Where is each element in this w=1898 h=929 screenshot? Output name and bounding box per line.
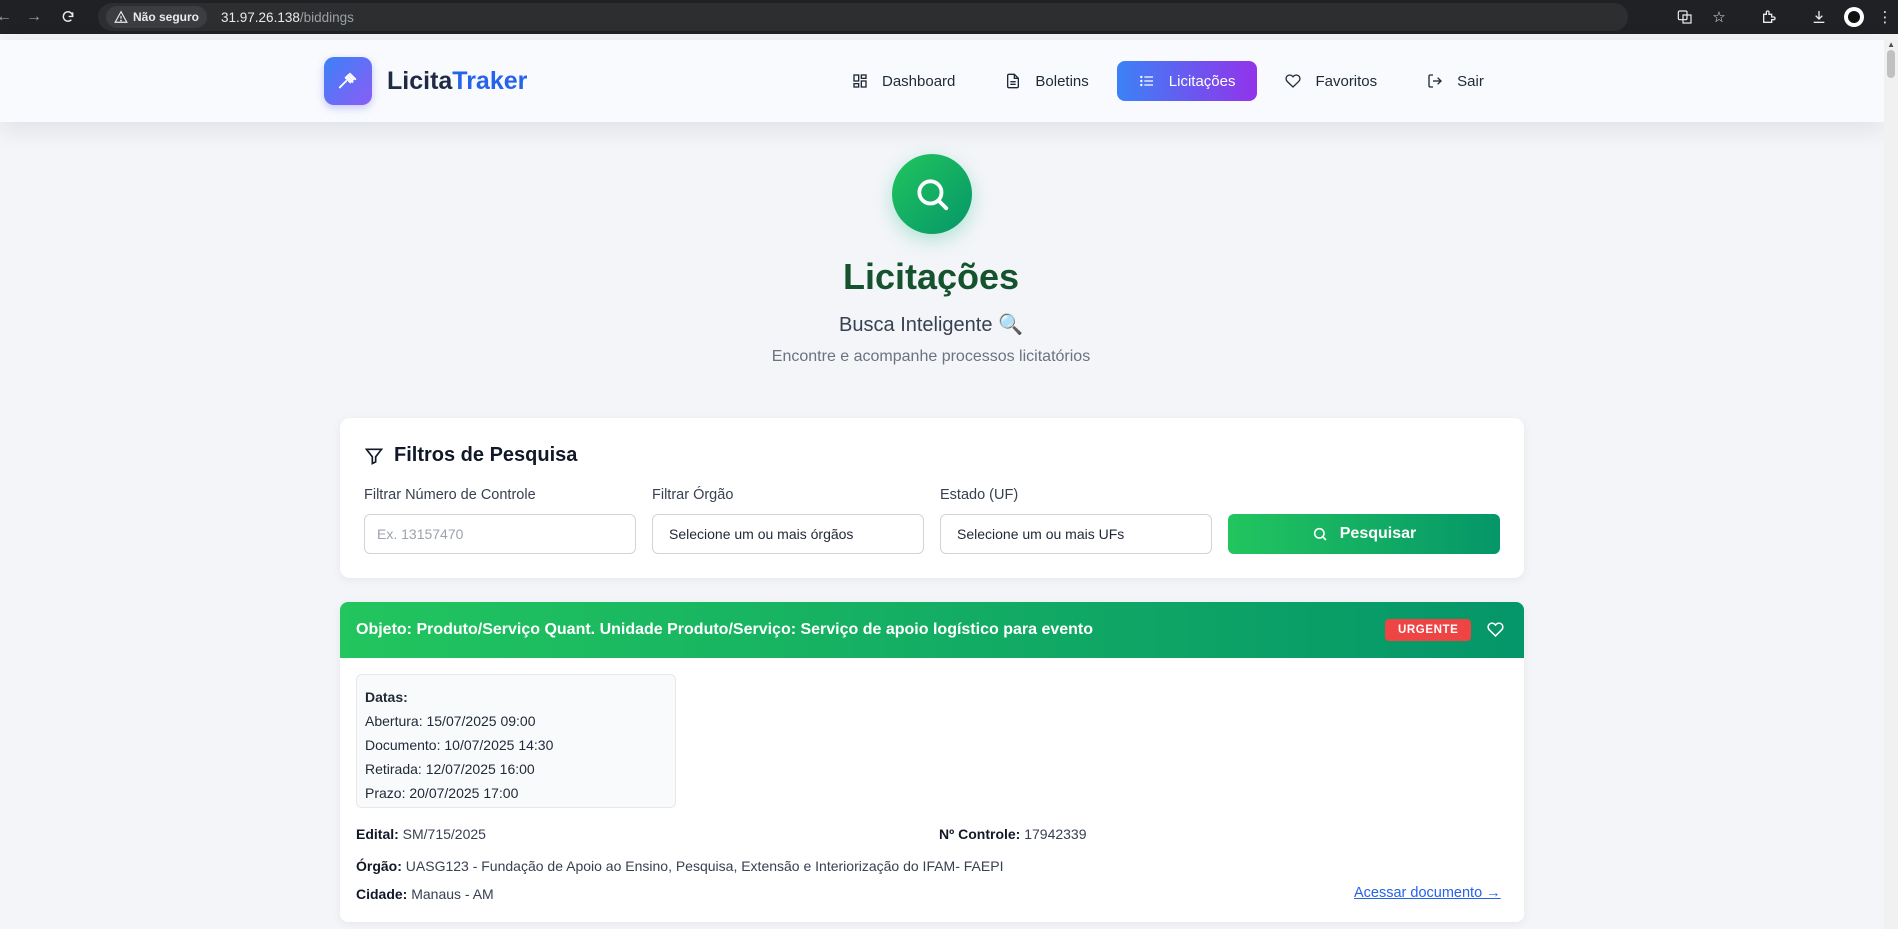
heart-icon <box>1285 74 1302 88</box>
page-subtitle: Busca Inteligente 🔍 <box>839 314 1023 336</box>
nav-label: Sair <box>1457 72 1484 90</box>
nav-item-boletins[interactable]: Boletins <box>983 61 1110 101</box>
status-badge: URGENTE <box>1385 619 1472 641</box>
app-header: LicitaTraker Dashboard Boletins Licitaçõ… <box>0 40 1884 122</box>
organ-select[interactable]: Selecione um ou mais órgãos <box>652 514 924 554</box>
logout-icon <box>1428 74 1443 88</box>
dates-box: Datas: Abertura: 15/07/2025 09:00 Docume… <box>356 674 676 808</box>
bidding-card-header: Objeto: Produto/Serviço Quant. Unidade P… <box>340 602 1524 658</box>
extensions-icon[interactable] <box>1752 0 1786 34</box>
brand[interactable]: LicitaTraker <box>324 57 527 105</box>
nav-label: Licitações <box>1168 72 1236 90</box>
organ-info: Órgão: UASG123 - Fundação de Apoio ao En… <box>356 858 1004 874</box>
filters-title: Filtros de Pesquisa <box>364 444 577 467</box>
main-nav: Dashboard Boletins Licitações Favoritos … <box>830 61 1512 101</box>
filters-card: Filtros de Pesquisa Filtrar Número de Co… <box>340 418 1524 578</box>
nav-item-sair[interactable]: Sair <box>1405 61 1506 101</box>
organ-label: Filtrar Órgão <box>652 487 734 503</box>
reload-icon[interactable] <box>54 3 82 31</box>
nav-label: Dashboard <box>882 72 956 90</box>
security-label: Não seguro <box>133 10 200 24</box>
nav-item-favoritos[interactable]: Favoritos <box>1263 61 1399 101</box>
bookmark-star-icon[interactable]: ☆ <box>1702 0 1736 34</box>
forward-icon[interactable]: → <box>20 3 48 31</box>
magnifier-emoji-icon: 🔍 <box>998 314 1023 336</box>
warning-icon <box>114 10 128 23</box>
page-title: Licitações <box>842 256 1020 297</box>
page-scrollbar[interactable] <box>1884 34 1898 929</box>
document-icon <box>1007 73 1020 89</box>
scroll-up-arrow-icon[interactable]: ▲ <box>1887 40 1895 49</box>
back-icon[interactable]: ← <box>0 3 12 31</box>
url-text: 31.97.26.138/biddings <box>221 9 354 25</box>
scrollbar-thumb[interactable] <box>1887 50 1895 78</box>
access-document-link[interactable]: Acessar documento → <box>1354 885 1501 901</box>
state-select[interactable]: Selecione um ou mais UFs <box>940 514 1212 554</box>
bidding-object: Objeto: Produto/Serviço Quant. Unidade P… <box>356 621 1094 638</box>
control-number-info: Nº Controle: 17942339 <box>939 826 1087 842</box>
bidding-card: Objeto: Produto/Serviço Quant. Unidade P… <box>340 602 1524 922</box>
download-icon[interactable] <box>1802 0 1836 34</box>
nav-item-dashboard[interactable]: Dashboard <box>830 61 977 101</box>
filter-icon <box>364 448 384 465</box>
gavel-icon <box>324 57 372 105</box>
translate-icon[interactable] <box>1668 0 1702 34</box>
browser-toolbar: ← → Não seguro 31.97.26.138/biddings ☆ ⋮ <box>0 0 1898 34</box>
address-bar[interactable]: Não seguro 31.97.26.138/biddings <box>98 3 1628 31</box>
dashboard-icon <box>853 74 867 88</box>
favorite-heart-icon[interactable] <box>1487 621 1504 643</box>
nav-item-licitacoes[interactable]: Licitações <box>1116 61 1258 101</box>
search-button[interactable]: Pesquisar <box>1228 514 1500 554</box>
control-number-input[interactable]: Ex. 13157470 <box>364 514 636 554</box>
date-abertura: Abertura: 15/07/2025 09:00 <box>365 713 536 729</box>
security-indicator[interactable]: Não seguro <box>106 6 208 28</box>
date-documento: Documento: 10/07/2025 14:30 <box>365 737 554 753</box>
search-icon <box>1313 527 1327 541</box>
date-retirada: Retirada: 12/07/2025 16:00 <box>365 761 535 777</box>
control-number-label: Filtrar Número de Controle <box>364 487 536 503</box>
search-hero-icon <box>892 154 972 234</box>
edital-info: Edital: SM/715/2025 <box>356 826 486 842</box>
menu-dots-icon[interactable]: ⋮ <box>1872 0 1898 34</box>
page-description: Encontre e acompanhe processos licitatór… <box>771 348 1091 365</box>
list-icon <box>1139 75 1153 87</box>
city-info: Cidade: Manaus - AM <box>356 886 494 902</box>
profile-avatar[interactable] <box>1844 7 1864 27</box>
brand-name: LicitaTraker <box>387 66 528 95</box>
date-prazo: Prazo: 20/07/2025 17:00 <box>365 785 519 801</box>
nav-label: Favoritos <box>1315 72 1378 90</box>
nav-label: Boletins <box>1035 72 1089 90</box>
state-label: Estado (UF) <box>940 487 1019 503</box>
